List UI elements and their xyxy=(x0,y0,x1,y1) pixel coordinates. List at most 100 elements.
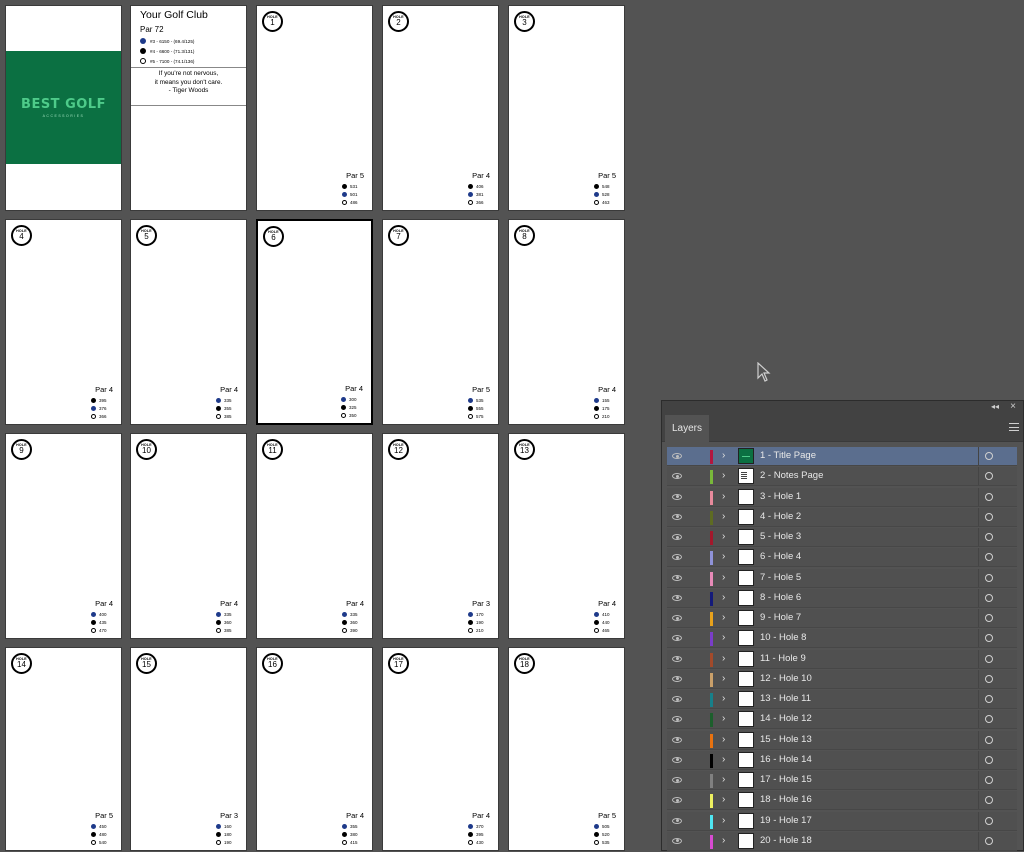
layer-target-icon[interactable] xyxy=(985,472,993,481)
layer-name[interactable]: 16 - Hole 14 xyxy=(760,754,812,765)
expand-chevron-icon[interactable]: › xyxy=(722,592,725,604)
artboard-hole-8[interactable]: HOLE 8 Par 4 155 175 210 xyxy=(508,219,625,425)
layer-row[interactable]: › 16 - Hole 14 xyxy=(667,750,1017,770)
layer-target-icon[interactable] xyxy=(985,593,993,602)
visibility-eye-icon[interactable] xyxy=(672,655,682,662)
layer-target-icon[interactable] xyxy=(985,776,993,784)
artboard-hole-9[interactable]: HOLE 9 Par 4 400 435 470 xyxy=(5,433,122,639)
layer-name[interactable]: 6 - Hole 4 xyxy=(760,551,801,562)
expand-chevron-icon[interactable]: › xyxy=(722,450,725,462)
visibility-eye-icon[interactable] xyxy=(672,837,682,844)
visibility-eye-icon[interactable] xyxy=(672,615,682,621)
layer-target-icon[interactable] xyxy=(985,816,993,825)
layer-row[interactable]: › 18 - Hole 16 xyxy=(667,791,1017,811)
artboard-notes-page[interactable]: Your Golf Club Par 72 #3 - 6150 - (69.4/12… xyxy=(130,5,247,211)
artboard-hole-7[interactable]: HOLE 7 Par 5 535 555 575 xyxy=(382,219,499,425)
layer-target-icon[interactable] xyxy=(985,573,993,582)
visibility-eye-icon[interactable] xyxy=(672,817,682,824)
visibility-eye-icon[interactable] xyxy=(672,635,682,642)
layer-row[interactable]: › 8 - Hole 6 xyxy=(667,588,1017,608)
artboard-hole-2[interactable]: HOLE 2 Par 4 406 381 366 xyxy=(382,5,499,211)
layer-name[interactable]: 2 - Notes Page xyxy=(760,470,823,481)
layer-name[interactable]: 10 - Hole 8 xyxy=(760,632,806,643)
expand-chevron-icon[interactable]: › xyxy=(722,511,725,523)
visibility-eye-icon[interactable] xyxy=(672,736,682,743)
layer-target-icon[interactable] xyxy=(985,715,993,724)
visibility-eye-icon[interactable] xyxy=(672,594,682,601)
visibility-eye-icon[interactable] xyxy=(672,493,682,500)
artboard-hole-12[interactable]: HOLE 12 Par 3 170 190 210 xyxy=(382,433,499,639)
layer-row[interactable]: › 17 - Hole 15 xyxy=(667,771,1017,790)
artboard-hole-15[interactable]: HOLE 15 Par 3 160 180 190 xyxy=(130,647,247,851)
layer-name[interactable]: 9 - Hole 7 xyxy=(760,612,801,623)
layer-target-icon[interactable] xyxy=(985,512,993,521)
expand-chevron-icon[interactable]: › xyxy=(722,734,725,746)
layer-row[interactable]: › 20 - Hole 18 xyxy=(667,831,1017,851)
visibility-eye-icon[interactable] xyxy=(672,756,682,763)
layer-name[interactable]: 1 - Title Page xyxy=(760,450,816,461)
layer-row[interactable]: › 4 - Hole 2 xyxy=(667,507,1017,527)
expand-chevron-icon[interactable]: › xyxy=(722,470,725,482)
expand-chevron-icon[interactable]: › xyxy=(722,632,725,644)
layer-target-icon[interactable] xyxy=(985,492,993,501)
visibility-eye-icon[interactable] xyxy=(672,473,682,480)
layer-row[interactable]: › 2 - Notes Page xyxy=(667,467,1017,487)
layer-name[interactable]: 20 - Hole 18 xyxy=(760,835,812,846)
expand-chevron-icon[interactable]: › xyxy=(722,693,725,705)
visibility-eye-icon[interactable] xyxy=(672,777,682,783)
layer-name[interactable]: 12 - Hole 10 xyxy=(760,673,812,684)
layer-target-icon[interactable] xyxy=(985,634,993,643)
layer-name[interactable]: 18 - Hole 16 xyxy=(760,794,812,805)
layer-target-icon[interactable] xyxy=(985,796,993,805)
visibility-eye-icon[interactable] xyxy=(672,453,682,459)
visibility-eye-icon[interactable] xyxy=(672,696,682,702)
panel-title-bar[interactable]: ◂◂ × xyxy=(662,401,1023,414)
artboard-title-page[interactable]: BEST GOLF ACCESSORIES xyxy=(5,5,122,211)
artboard-hole-10[interactable]: HOLE 10 Par 4 335 360 385 xyxy=(130,433,247,639)
expand-chevron-icon[interactable]: › xyxy=(722,653,725,665)
expand-chevron-icon[interactable]: › xyxy=(722,815,725,827)
expand-chevron-icon[interactable]: › xyxy=(722,612,725,624)
artboard-hole-6[interactable]: HOLE 6 Par 4 300 325 350 xyxy=(256,219,373,425)
layer-row[interactable]: › 9 - Hole 7 xyxy=(667,609,1017,628)
visibility-eye-icon[interactable] xyxy=(672,716,682,723)
layer-row[interactable]: › 12 - Hole 10 xyxy=(667,669,1017,689)
collapse-panel-icon[interactable]: ◂◂ xyxy=(991,402,999,411)
visibility-eye-icon[interactable] xyxy=(672,675,682,682)
layer-row[interactable]: › 13 - Hole 11 xyxy=(667,690,1017,709)
layer-row[interactable]: › 19 - Hole 17 xyxy=(667,811,1017,831)
expand-chevron-icon[interactable]: › xyxy=(722,713,725,725)
layer-target-icon[interactable] xyxy=(985,836,993,845)
layer-name[interactable]: 14 - Hole 12 xyxy=(760,713,812,724)
layer-name[interactable]: 7 - Hole 5 xyxy=(760,572,801,583)
expand-chevron-icon[interactable]: › xyxy=(722,774,725,786)
layer-target-icon[interactable] xyxy=(985,735,993,744)
expand-chevron-icon[interactable]: › xyxy=(722,491,725,503)
layer-name[interactable]: 15 - Hole 13 xyxy=(760,734,812,745)
tab-layers[interactable]: Layers xyxy=(665,415,709,442)
artboard-hole-17[interactable]: HOLE 17 Par 4 370 395 430 xyxy=(382,647,499,851)
layer-name[interactable]: 4 - Hole 2 xyxy=(760,511,801,522)
artboard-hole-4[interactable]: HOLE 4 Par 4 395 376 366 xyxy=(5,219,122,425)
visibility-eye-icon[interactable] xyxy=(672,534,682,540)
layer-row[interactable]: › 11 - Hole 9 xyxy=(667,649,1017,669)
layer-row[interactable]: › 6 - Hole 4 xyxy=(667,548,1017,568)
layer-row[interactable]: › 15 - Hole 13 xyxy=(667,730,1017,750)
artboard-hole-13[interactable]: HOLE 13 Par 4 410 440 465 xyxy=(508,433,625,639)
layer-target-icon[interactable] xyxy=(985,614,993,622)
layer-name[interactable]: 8 - Hole 6 xyxy=(760,592,801,603)
close-panel-icon[interactable]: × xyxy=(1010,401,1016,412)
artboard-hole-18[interactable]: HOLE 18 Par 5 505 520 535 xyxy=(508,647,625,851)
visibility-eye-icon[interactable] xyxy=(672,554,682,561)
artboard-hole-11[interactable]: HOLE 11 Par 4 335 360 390 xyxy=(256,433,373,639)
layer-name[interactable]: 19 - Hole 17 xyxy=(760,815,812,826)
artboard-hole-5[interactable]: HOLE 5 Par 4 335 355 385 xyxy=(130,219,247,425)
artboard-hole-1[interactable]: HOLE 1 Par 5 531 501 486 xyxy=(256,5,373,211)
expand-chevron-icon[interactable]: › xyxy=(722,754,725,766)
layer-row[interactable]: › 14 - Hole 12 xyxy=(667,710,1017,730)
expand-chevron-icon[interactable]: › xyxy=(722,673,725,685)
layer-name[interactable]: 3 - Hole 1 xyxy=(760,491,801,502)
artboard-hole-14[interactable]: HOLE 14 Par 5 450 480 540 xyxy=(5,647,122,851)
panel-menu-icon[interactable] xyxy=(1009,423,1019,431)
expand-chevron-icon[interactable]: › xyxy=(722,551,725,563)
